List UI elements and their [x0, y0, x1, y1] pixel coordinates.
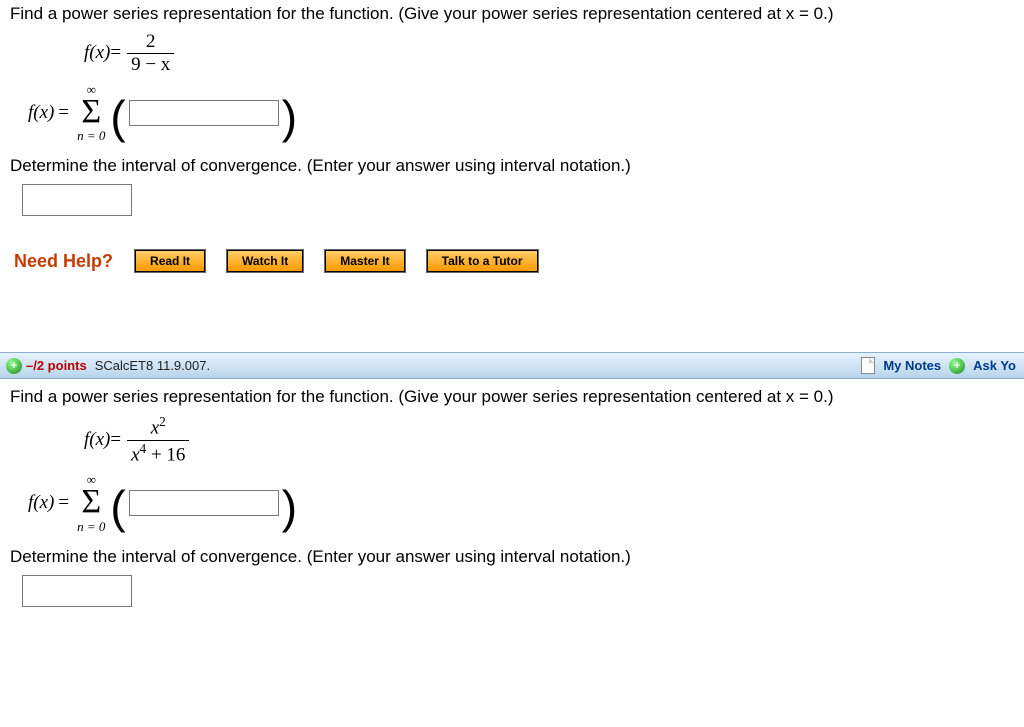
my-notes-link[interactable]: My Notes	[883, 358, 941, 373]
need-help-row: Need Help? Read It Watch It Master It Ta…	[14, 250, 1014, 272]
sigma-icon: Σ	[81, 97, 101, 128]
q1-prompt: Find a power series representation for t…	[10, 4, 1014, 24]
master-it-button[interactable]: Master It	[325, 250, 404, 272]
q2-interval-prompt: Determine the interval of convergence. (…	[10, 547, 1014, 567]
open-paren-icon: (	[110, 101, 125, 133]
q2-frac-num: x2	[147, 415, 170, 439]
read-it-button[interactable]: Read It	[135, 250, 205, 272]
points-text: –/2 points	[26, 358, 87, 373]
q2-func-lhs: f(x)	[84, 429, 110, 451]
question-header: + –/2 points SCalcET8 11.9.007. My Notes…	[0, 352, 1024, 379]
q1-func-lhs: f(x)	[84, 42, 110, 64]
q1-function-display: f(x) = 2 9 − x	[84, 32, 1014, 75]
q2-series-input[interactable]	[129, 490, 279, 516]
talk-to-tutor-button[interactable]: Talk to a Tutor	[427, 250, 538, 272]
ask-tutor-link[interactable]: Ask Yo	[973, 358, 1016, 373]
sigma-icon: Σ	[81, 487, 101, 518]
ask-icon[interactable]: +	[949, 358, 965, 374]
q2-interval-input[interactable]	[22, 575, 132, 607]
q1-sigma-bottom: n = 0	[77, 129, 105, 142]
q2-prompt: Find a power series representation for t…	[10, 387, 1014, 407]
q2-sum-equals: =	[58, 492, 69, 514]
q1-series-input[interactable]	[129, 100, 279, 126]
q2-frac-den: x4 + 16	[127, 440, 189, 465]
q1-frac-num: 2	[142, 32, 160, 53]
q1-frac-den: 9 − x	[127, 53, 174, 75]
q2-sum-row: f(x) = ∞ Σ n = 0 ( )	[28, 473, 1014, 533]
need-help-label: Need Help?	[14, 251, 113, 272]
q1-interval-input[interactable]	[22, 184, 132, 216]
question-source: SCalcET8 11.9.007.	[95, 358, 210, 373]
q1-sum-equals: =	[58, 102, 69, 124]
q2-function-display: f(x) = x2 x4 + 16	[84, 415, 1014, 465]
q2-sigma: ∞ Σ n = 0	[77, 473, 105, 533]
q2-equals: =	[110, 429, 121, 451]
q2-sum-lhs: f(x)	[28, 492, 54, 514]
q2-sigma-bottom: n = 0	[77, 520, 105, 533]
q2-fraction: x2 x4 + 16	[127, 415, 189, 465]
q1-sigma: ∞ Σ n = 0	[77, 83, 105, 143]
q1-sum-lhs: f(x)	[28, 102, 54, 124]
close-paren-icon: )	[282, 101, 297, 133]
q1-interval-prompt: Determine the interval of convergence. (…	[10, 156, 1014, 176]
note-icon	[861, 357, 875, 374]
q1-sum-row: f(x) = ∞ Σ n = 0 ( )	[28, 83, 1014, 143]
close-paren-icon: )	[282, 491, 297, 523]
q1-fraction: 2 9 − x	[127, 32, 174, 75]
open-paren-icon: (	[110, 491, 125, 523]
watch-it-button[interactable]: Watch It	[227, 250, 303, 272]
expand-icon[interactable]: +	[6, 358, 22, 374]
q1-equals: =	[110, 42, 121, 64]
